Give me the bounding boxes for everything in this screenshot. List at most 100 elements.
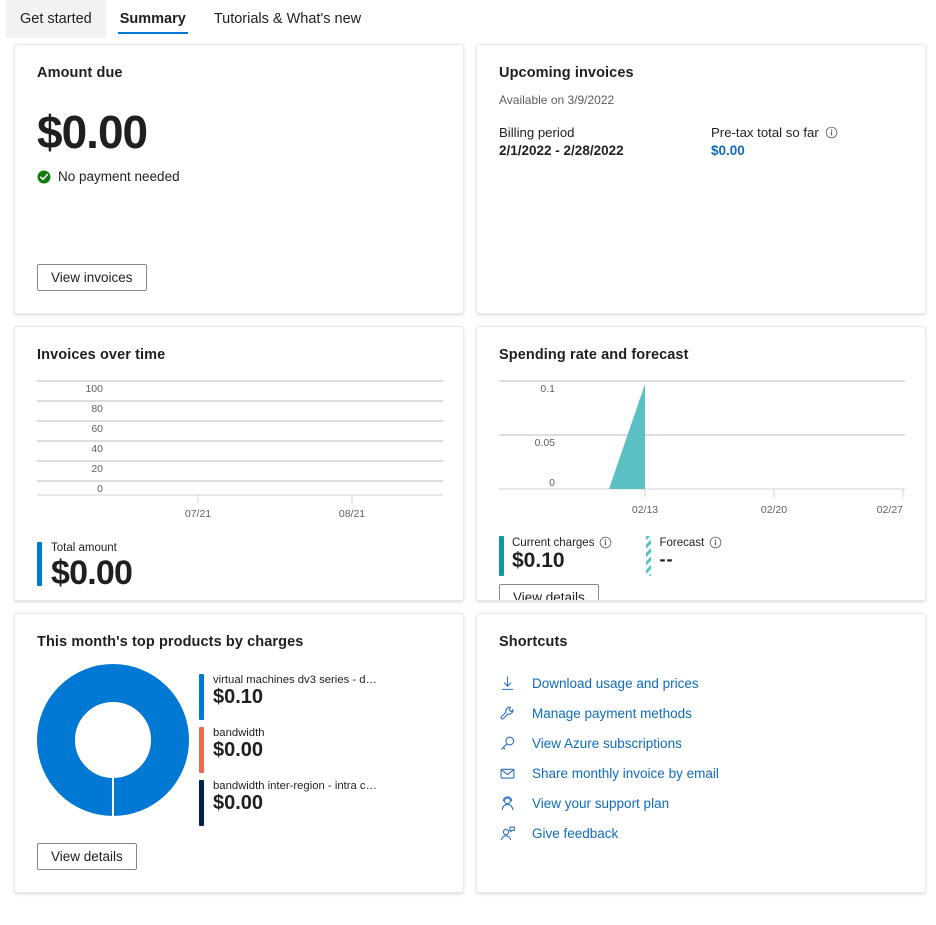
list-item[interactable]: virtual machines dv3 series - d4 v3 - u.… — [199, 674, 383, 720]
pretax-total-block: Pre-tax total so far $0.00 — [711, 125, 838, 158]
spending-view-details-button[interactable]: View details — [499, 584, 599, 600]
card-invoices-over-time: Invoices over time 100 80 60 40 20 0 07/… — [14, 326, 464, 601]
shortcuts-list: Download usage and prices Manage payment… — [499, 668, 903, 848]
support-person-icon — [501, 795, 514, 810]
check-circle-icon — [37, 170, 51, 183]
pretax-total-value: $0.00 — [711, 143, 745, 158]
ytick-40: 40 — [91, 443, 103, 455]
xtick-0821: 08/21 — [339, 508, 365, 520]
download-icon — [501, 676, 514, 690]
total-amount-value: $0.00 — [51, 554, 133, 592]
tab-bar: Get started Summary Tutorials & What's n… — [0, 0, 936, 38]
shortcut-view-azure-subscriptions[interactable]: View Azure subscriptions — [499, 728, 903, 758]
forecast-label: Forecast — [659, 536, 722, 549]
billing-period-label: Billing period — [499, 125, 575, 140]
spending-legend: Current charges $0.10 Forecast -- — [499, 536, 903, 576]
payment-status: No payment needed — [37, 169, 441, 184]
feedback-person-icon — [500, 826, 515, 840]
invoice-details: Billing period 2/1/2022 - 2/28/2022 Pre-… — [499, 125, 903, 158]
list-item[interactable]: bandwidth $0.00 — [199, 727, 383, 773]
card-spending-rate-forecast: Spending rate and forecast 0.1 0.05 0 02… — [476, 326, 926, 601]
ytick-60: 60 — [91, 423, 103, 435]
tab-tutorials-whats-new[interactable]: Tutorials & What's new — [200, 0, 375, 38]
ytick-0: 0 — [97, 483, 103, 495]
shortcut-label: View Azure subscriptions — [532, 735, 682, 751]
view-invoices-button[interactable]: View invoices — [37, 264, 147, 291]
chart-svg: 0.1 0.05 0 02/13 02/20 02/27 — [499, 380, 905, 516]
xtick-0213: 02/13 — [632, 504, 658, 516]
total-amount-swatch — [37, 542, 42, 586]
card-upcoming-invoices: Upcoming invoices Available on 3/9/2022 … — [476, 44, 926, 314]
shortcut-label: Manage payment methods — [532, 705, 692, 721]
legend-current-charges: Current charges $0.10 — [499, 536, 612, 576]
chart-svg: 100 80 60 40 20 0 07/21 08/21 — [37, 380, 443, 520]
legend-swatch — [199, 674, 204, 720]
legend-swatch — [199, 727, 204, 773]
legend-swatch — [199, 780, 204, 826]
info-icon[interactable] — [825, 126, 838, 139]
invoices-over-time-chart: 100 80 60 40 20 0 07/21 08/21 — [37, 373, 443, 530]
card-title: Upcoming invoices — [499, 65, 634, 81]
current-charges-value: $0.10 — [512, 549, 565, 572]
available-on-text: Available on 3/9/2022 — [499, 93, 615, 107]
card-title: Amount due — [37, 65, 123, 81]
list-item[interactable]: bandwidth inter-region - intra contin...… — [199, 780, 383, 826]
spending-rate-chart: 0.1 0.05 0 02/13 02/20 02/27 — [499, 373, 905, 528]
product-value: $0.00 — [213, 792, 264, 814]
tab-label: Get started — [20, 11, 92, 27]
dashboard-grid: Amount due $0.00 No payment needed View … — [0, 38, 936, 893]
key-icon — [501, 736, 515, 750]
top-products-view-details-button[interactable]: View details — [37, 843, 137, 870]
wrench-icon — [500, 706, 514, 720]
shortcut-label: Download usage and prices — [532, 675, 699, 691]
billing-period-block: Billing period 2/1/2022 - 2/28/2022 — [499, 125, 711, 158]
shortcut-label: Share monthly invoice by email — [532, 765, 719, 781]
card-top-products: This month's top products by charges vir… — [14, 613, 464, 893]
card-shortcuts: Shortcuts Download usage and prices Mana… — [476, 613, 926, 893]
current-charges-label: Current charges — [512, 536, 612, 549]
card-amount-due: Amount due $0.00 No payment needed View … — [14, 44, 464, 314]
shortcut-view-your-support-plan[interactable]: View your support plan — [499, 788, 903, 818]
shortcut-label: View your support plan — [532, 795, 670, 811]
current-charges-text: Current charges — [512, 536, 595, 549]
xtick-0220: 02/20 — [761, 504, 787, 516]
total-amount-legend: Total amount $0.00 — [37, 542, 441, 590]
current-charges-area — [609, 384, 645, 489]
card-title: Shortcuts — [499, 634, 568, 650]
info-icon[interactable] — [599, 536, 612, 549]
forecast-text: Forecast — [659, 536, 705, 549]
tab-summary[interactable]: Summary — [106, 0, 200, 38]
shortcut-label: Give feedback — [532, 825, 619, 841]
ytick-100: 100 — [85, 383, 103, 395]
product-name: virtual machines dv3 series - d4 v3 - u.… — [213, 674, 383, 686]
card-title: Spending rate and forecast — [499, 347, 689, 363]
product-value: $0.10 — [213, 686, 264, 708]
shortcut-share-monthly-invoice-by-email[interactable]: Share monthly invoice by email — [499, 758, 903, 788]
envelope-icon — [500, 768, 515, 779]
donut-chart — [37, 664, 189, 816]
forecast-value: -- — [659, 549, 674, 569]
tab-label: Summary — [119, 11, 186, 27]
pretax-total-text: Pre-tax total so far — [711, 125, 819, 140]
card-title: This month's top products by charges — [37, 634, 304, 650]
ytick-20: 20 — [91, 463, 103, 475]
shortcut-give-feedback[interactable]: Give feedback — [499, 818, 903, 848]
current-charges-swatch — [499, 536, 504, 576]
legend-forecast: Forecast -- — [646, 536, 722, 576]
tab-get-started[interactable]: Get started — [6, 0, 106, 38]
total-amount-label: Total amount — [51, 542, 117, 554]
payment-status-label: No payment needed — [58, 169, 180, 184]
ytick-80: 80 — [91, 403, 103, 415]
shortcut-manage-payment-methods[interactable]: Manage payment methods — [499, 698, 903, 728]
product-name: bandwidth inter-region - intra contin... — [213, 780, 383, 792]
donut-legend: virtual machines dv3 series - d4 v3 - u.… — [199, 664, 383, 833]
shortcut-download-usage-and-prices[interactable]: Download usage and prices — [499, 668, 903, 698]
product-value: $0.00 — [213, 739, 264, 761]
forecast-swatch — [646, 536, 652, 576]
top-products-chart: virtual machines dv3 series - d4 v3 - u.… — [37, 664, 441, 833]
billing-period-value: 2/1/2022 - 2/28/2022 — [499, 143, 624, 158]
info-icon[interactable] — [709, 536, 722, 549]
card-title: Invoices over time — [37, 347, 166, 363]
pretax-total-label: Pre-tax total so far — [711, 125, 838, 140]
tab-label: Tutorials & What's new — [213, 11, 362, 27]
